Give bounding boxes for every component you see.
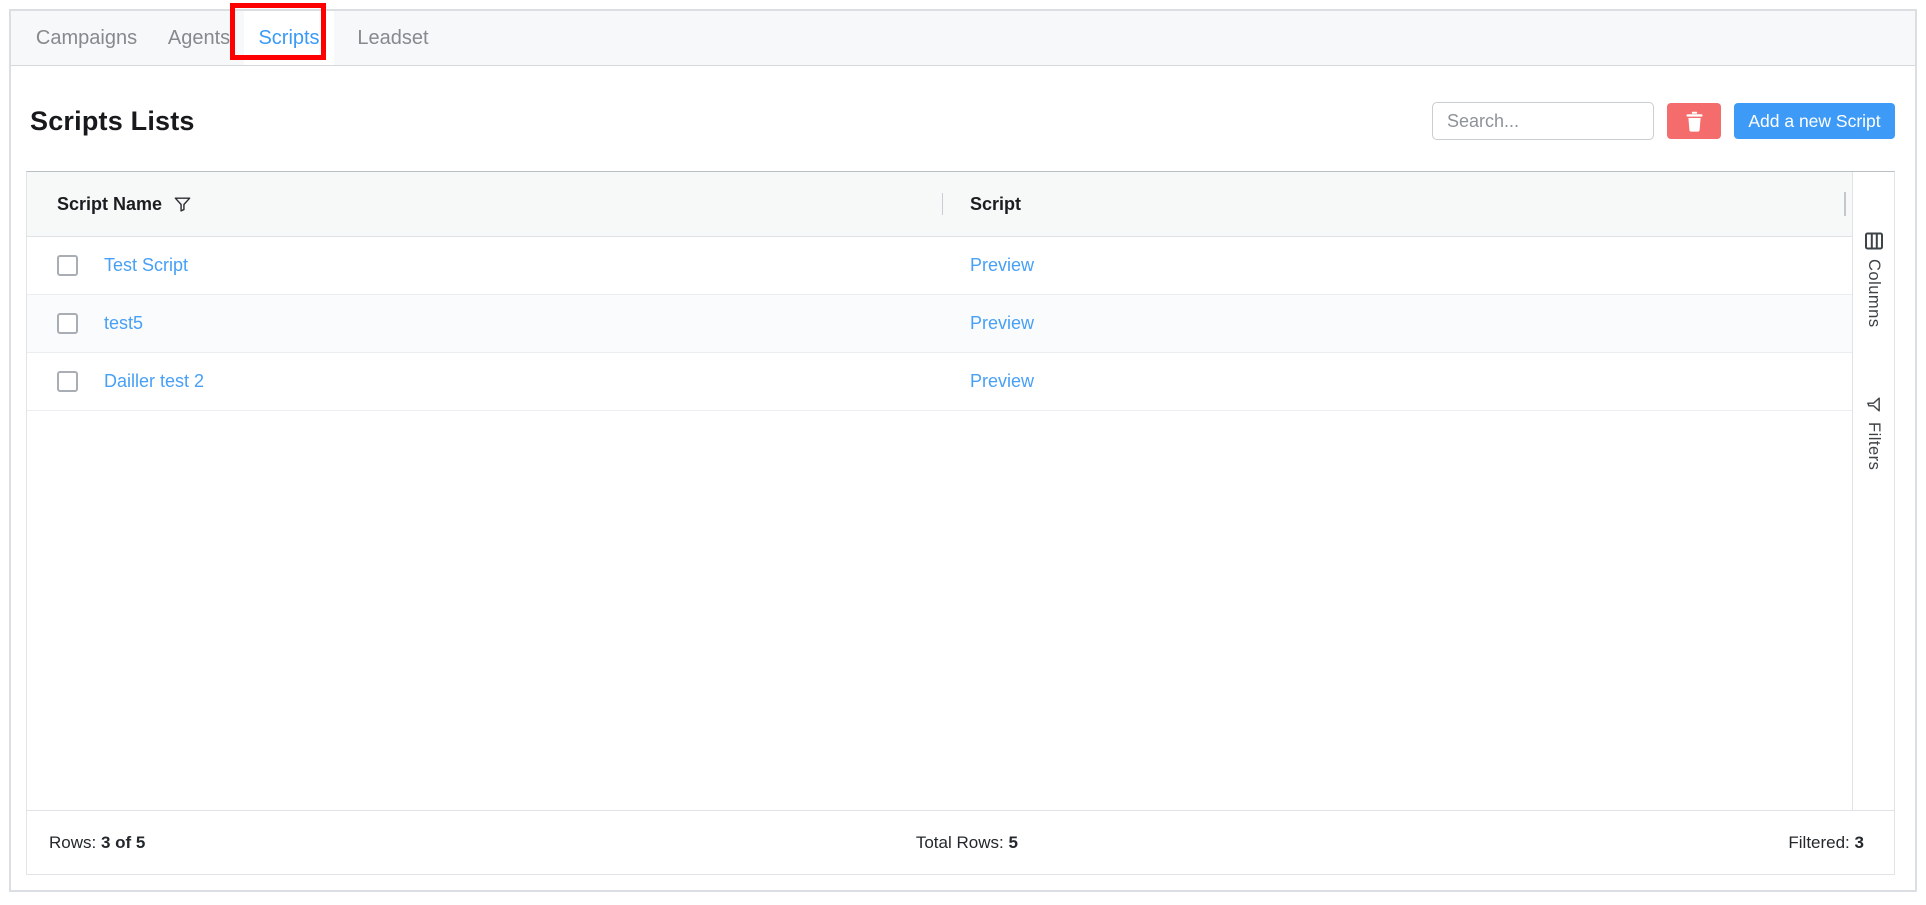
delete-button[interactable] <box>1667 103 1721 139</box>
funnel-icon <box>1865 396 1882 413</box>
tab-leadset[interactable]: Leadset <box>334 11 452 65</box>
add-new-script-button[interactable]: Add a new Script <box>1734 103 1895 139</box>
preview-link[interactable]: Preview <box>970 371 1034 391</box>
column-header-label: Script Name <box>57 194 162 215</box>
content-header: Scripts Lists Add a new Script <box>30 101 1895 141</box>
filtered-count: Filtered: 3 <box>1788 833 1864 853</box>
table-columns-icon <box>1865 232 1883 250</box>
script-name-link[interactable]: Dailler test 2 <box>104 371 204 392</box>
columns-panel-toggle[interactable]: Columns <box>1864 232 1883 328</box>
table-main: Script Name Script <box>27 172 1852 810</box>
scripts-table: Script Name Script <box>26 171 1895 875</box>
column-header-label: Script <box>970 194 1021 215</box>
tab-campaigns[interactable]: Campaigns <box>11 11 162 65</box>
row-checkbox[interactable] <box>57 313 78 334</box>
table-row: test5 Preview <box>27 295 1852 353</box>
search-input[interactable] <box>1432 102 1654 140</box>
table-header-row: Script Name Script <box>27 172 1852 237</box>
table-side-panel: Columns Filters <box>1852 172 1894 810</box>
column-header-script[interactable]: Script <box>942 194 1852 215</box>
page-title: Scripts Lists <box>30 106 195 137</box>
columns-panel-label: Columns <box>1864 259 1883 328</box>
tab-scripts[interactable]: Scripts <box>244 11 334 65</box>
app-window: Campaigns Agents Scripts Leadset Scripts… <box>9 9 1917 892</box>
filters-panel-label: Filters <box>1864 422 1883 470</box>
toolbar: Add a new Script <box>1432 102 1895 140</box>
row-checkbox[interactable] <box>57 371 78 392</box>
preview-link[interactable]: Preview <box>970 255 1034 275</box>
table-empty-area <box>27 411 1852 810</box>
column-resize-handle[interactable] <box>1844 192 1846 216</box>
column-header-script-name[interactable]: Script Name <box>27 194 942 215</box>
preview-link[interactable]: Preview <box>970 313 1034 333</box>
tab-agents[interactable]: Agents <box>162 11 236 65</box>
rows-count: Rows: 3 of 5 <box>49 833 145 853</box>
trash-icon <box>1685 111 1704 132</box>
total-rows-count: Total Rows: 5 <box>916 833 1018 853</box>
table-body-area: Script Name Script <box>27 172 1894 810</box>
filters-panel-toggle[interactable]: Filters <box>1864 396 1883 470</box>
column-divider[interactable] <box>942 193 943 215</box>
row-checkbox[interactable] <box>57 255 78 276</box>
funnel-icon[interactable] <box>173 195 192 214</box>
table-row: Dailler test 2 Preview <box>27 353 1852 411</box>
tab-bar: Campaigns Agents Scripts Leadset <box>11 11 1915 66</box>
table-row: Test Script Preview <box>27 237 1852 295</box>
script-name-link[interactable]: Test Script <box>104 255 188 276</box>
table-footer: Rows: 3 of 5 Total Rows: 5 Filtered: 3 <box>27 810 1894 874</box>
script-name-link[interactable]: test5 <box>104 313 143 334</box>
